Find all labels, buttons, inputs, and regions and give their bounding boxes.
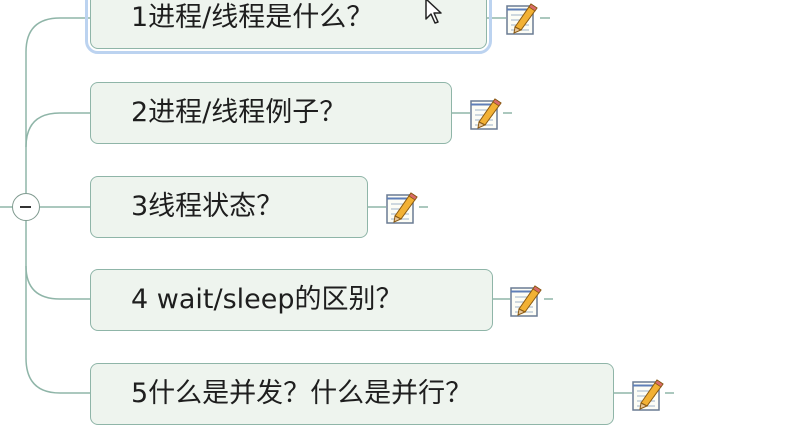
notepad-pencil-icon[interactable] bbox=[468, 96, 504, 132]
notepad-pencil-icon[interactable] bbox=[630, 377, 666, 413]
mouse-pointer-icon bbox=[425, 0, 442, 24]
topic-label: 5什么是并发？什么是并行？ bbox=[131, 378, 473, 409]
collapse-button[interactable] bbox=[12, 193, 40, 221]
notepad-pencil-icon[interactable] bbox=[508, 283, 544, 319]
topic-node[interactable]: 3线程状态？ bbox=[90, 176, 368, 238]
topic-label: 2进程/线程例子？ bbox=[131, 97, 347, 128]
topic-label: 1进程/线程是什么？ bbox=[131, 2, 374, 33]
topic-node[interactable]: 5什么是并发？什么是并行？ bbox=[90, 363, 614, 425]
mindmap-canvas[interactable]: 1进程/线程是什么？ 2进程/线程例子？ 3线程状态？ 4 wait/sleep… bbox=[0, 0, 802, 447]
topic-node[interactable]: 4 wait/sleep的区别？ bbox=[90, 269, 493, 331]
topic-label: 3线程状态？ bbox=[131, 191, 284, 222]
notepad-pencil-icon[interactable] bbox=[504, 1, 540, 37]
topic-label: 4 wait/sleep的区别？ bbox=[131, 284, 403, 315]
notepad-pencil-icon[interactable] bbox=[384, 190, 420, 226]
topic-node[interactable]: 2进程/线程例子？ bbox=[90, 82, 452, 144]
